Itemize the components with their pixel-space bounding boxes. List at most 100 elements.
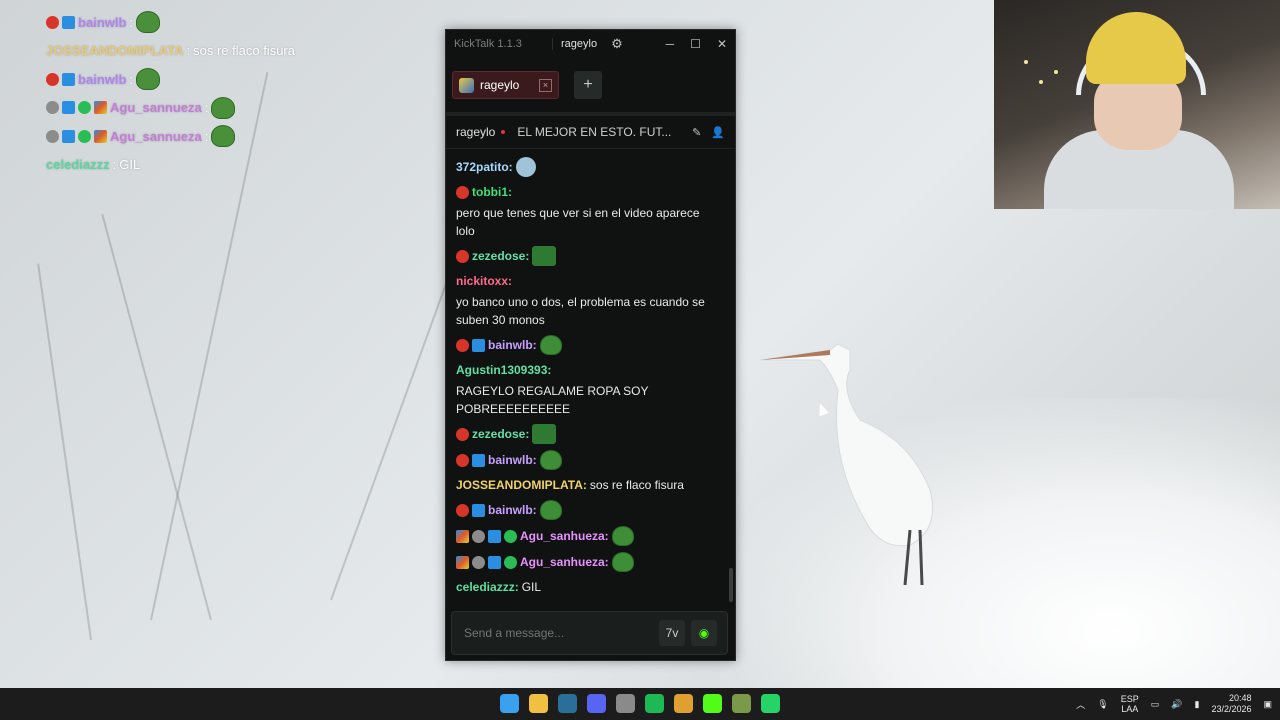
chat-username[interactable]: Agu_sanhueza: xyxy=(520,527,609,545)
pepe-emote-icon xyxy=(211,125,236,148)
system-tray: ︿ 🎙 ESP LAA ▭ 🔊 ▮ 20:48 23/2/2026 ▣ xyxy=(1076,688,1272,720)
7tv-emote-button[interactable]: 7v xyxy=(659,620,685,646)
tab-rageylo[interactable]: rageylo × xyxy=(452,71,559,99)
minecraft-icon[interactable] xyxy=(732,694,751,713)
chat-username[interactable]: 372patito: xyxy=(456,158,513,176)
volume-icon[interactable]: 🔊 xyxy=(1171,699,1182,710)
pepe2-emote-icon xyxy=(539,500,562,520)
chat-username[interactable]: JOSSEANDOMIPLATA: xyxy=(456,476,587,494)
badge-cube-icon xyxy=(472,453,485,467)
file-explorer-icon[interactable] xyxy=(529,694,548,713)
badge-cube-icon xyxy=(488,529,501,543)
microphone-icon[interactable]: 🎙 xyxy=(1097,699,1108,710)
chat-username[interactable]: tobbi1: xyxy=(472,183,512,201)
title-bar[interactable]: KickTalk 1.1.3 rageylo ⚙ ─ ☐ ✕ xyxy=(446,30,735,58)
tray-chevron-icon[interactable]: ︿ xyxy=(1076,698,1085,711)
badge-green-icon xyxy=(504,529,517,543)
chat-username[interactable]: bainwlb: xyxy=(488,451,537,469)
badge-green-icon xyxy=(78,129,91,143)
channel-tabs: rageylo × + xyxy=(446,58,735,116)
steam-icon[interactable] xyxy=(558,694,577,713)
pepe-emote-icon xyxy=(211,96,236,119)
badge-grey-icon xyxy=(472,555,485,569)
battery-icon[interactable]: ▮ xyxy=(1194,699,1199,710)
clock-date: 23/2/2026 xyxy=(1211,704,1252,714)
chat-username[interactable]: zezedose: xyxy=(472,425,529,443)
badge-colorful-icon xyxy=(94,101,107,115)
clock-time: 20:48 xyxy=(1228,693,1252,703)
overlay-message: celediazzz: GIL xyxy=(46,151,295,180)
kick-emote-button[interactable]: ◉ xyxy=(691,620,717,646)
chat-text: GIL xyxy=(521,580,542,594)
chat-scrollbar[interactable] xyxy=(729,568,733,602)
language-indicator[interactable]: ESP LAA xyxy=(1121,694,1139,714)
kicktalk-window: KickTalk 1.1.3 rageylo ⚙ ─ ☐ ✕ rageylo ×… xyxy=(445,29,736,661)
title-channel: rageylo xyxy=(552,38,605,50)
kick-icon[interactable] xyxy=(703,694,722,713)
chat-message: Agu_sanhueza: xyxy=(456,552,714,572)
chat-username[interactable]: nickitoxx: xyxy=(456,272,512,290)
chat-username[interactable]: bainwlb: xyxy=(488,501,537,519)
app-icon[interactable] xyxy=(616,694,635,713)
pin-icon[interactable]: ✎ xyxy=(692,126,701,139)
chat-message: nickitoxx: yo banco uno o dos, el problem… xyxy=(456,272,714,329)
user-icon[interactable]: 👤 xyxy=(711,126,725,139)
chat-username[interactable]: Agu_sanhueza: xyxy=(520,553,609,571)
chrome-icon[interactable] xyxy=(674,694,693,713)
chat-username[interactable]: Agustin1309393: xyxy=(456,361,551,379)
clock[interactable]: 20:48 23/2/2026 xyxy=(1211,693,1251,715)
overlay-separator: : xyxy=(204,100,209,116)
lang-bottom: LAA xyxy=(1121,704,1139,714)
close-button[interactable]: ✕ xyxy=(717,37,727,51)
badge-red-icon xyxy=(46,72,59,86)
badge-green-icon xyxy=(504,555,517,569)
notification-icon[interactable]: ▣ xyxy=(1263,699,1272,710)
wallpaper-reed xyxy=(37,263,92,641)
overlay-message: JOSSEANDOMIPLATA: sos re flaco fisura xyxy=(46,37,295,66)
overlay-message: bainwlb: xyxy=(46,65,295,94)
chat-message: zezedose: xyxy=(456,424,714,444)
chat-text: pero que tenes que ver si en el video ap… xyxy=(456,206,700,238)
badge-green-icon xyxy=(78,101,91,115)
overlay-username: celediazzz xyxy=(46,157,110,173)
settings-gear-icon[interactable]: ⚙ xyxy=(611,36,623,52)
chat-message: 372patito: xyxy=(456,157,714,177)
overlay-separator: : xyxy=(112,157,117,173)
badge-colorful-icon xyxy=(456,555,469,569)
overlay-username: bainwlb xyxy=(78,14,127,30)
pepe-emote-icon xyxy=(136,11,161,34)
overlay-username: bainwlb xyxy=(78,71,127,87)
overlay-message: Agu_sannueza: xyxy=(46,94,295,123)
message-input[interactable] xyxy=(462,625,653,641)
overlay-username: Agu_sannueza xyxy=(110,100,202,116)
chat-message: zezedose: xyxy=(456,246,714,266)
chat-username[interactable]: bainwlb: xyxy=(488,336,537,354)
minimize-button[interactable]: ─ xyxy=(666,37,675,51)
spotify-icon[interactable] xyxy=(645,694,664,713)
chat-username[interactable]: zezedose: xyxy=(472,247,529,265)
whatsapp-icon[interactable] xyxy=(761,694,780,713)
pepe2-emote-icon xyxy=(611,526,634,546)
badge-grey-icon xyxy=(46,129,59,143)
maximize-button[interactable]: ☐ xyxy=(690,37,701,51)
network-icon[interactable]: ▭ xyxy=(1151,699,1160,710)
channel-name: rageylo xyxy=(456,125,496,139)
overlay-username: Agu_sannueza xyxy=(110,128,202,144)
chat-message: Agu_sanhueza: xyxy=(456,526,714,546)
badge-red-icon xyxy=(46,15,59,29)
overlay-message: bainwlb: xyxy=(46,8,295,37)
badge-grey-icon xyxy=(472,529,485,543)
chat-username[interactable]: celediazzz: xyxy=(456,578,519,596)
pepe2-emote-icon xyxy=(539,450,562,470)
badge-red-icon xyxy=(456,338,469,352)
chat-message: bainwlb: xyxy=(456,500,714,520)
badge-cube-icon xyxy=(62,15,75,29)
ball-emote-icon xyxy=(515,157,536,177)
overlay-text: GIL xyxy=(119,157,141,173)
add-tab-button[interactable]: + xyxy=(574,71,602,99)
windows-start-icon[interactable] xyxy=(500,694,519,713)
chat-message: tobbi1: pero que tenes que ver si en el v… xyxy=(456,183,714,240)
tab-close-icon[interactable]: × xyxy=(539,78,552,92)
discord-icon[interactable] xyxy=(587,694,606,713)
frog-emote-icon xyxy=(532,424,557,444)
